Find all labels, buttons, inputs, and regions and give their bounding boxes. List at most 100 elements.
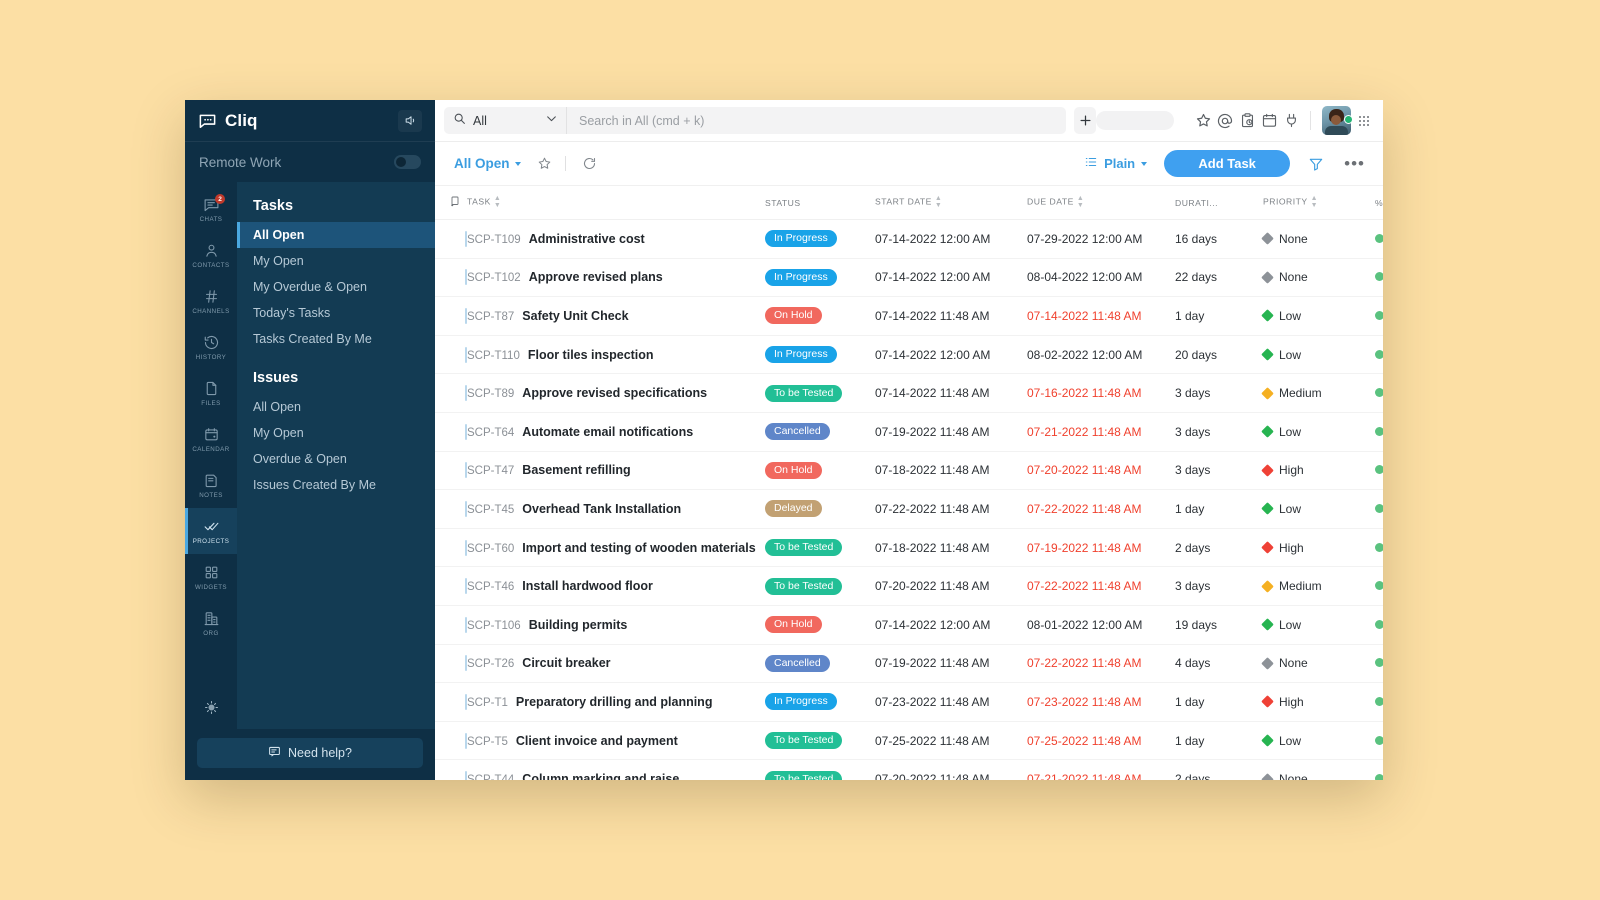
due-date-cell[interactable]: 07-22-2022 11:48 AM [1027, 490, 1175, 529]
task-cell[interactable]: SCP-T1Preparatory drilling and planning [467, 683, 765, 722]
search-scope-selector[interactable]: All [444, 107, 566, 134]
global-search-box[interactable] [566, 107, 1066, 134]
due-date-cell[interactable]: 07-20-2022 11:48 AM [1027, 451, 1175, 490]
table-row[interactable]: SCP-T46Install hardwood floorTo be Teste… [435, 567, 1383, 606]
table-row[interactable]: SCP-T45Overhead Tank InstallationDelayed… [435, 490, 1383, 529]
priority-cell[interactable]: High [1263, 528, 1375, 567]
favorite-view-star-icon[interactable] [537, 156, 552, 171]
status-cell[interactable]: To be Tested [765, 760, 875, 780]
due-date-cell[interactable]: 07-14-2022 11:48 AM [1027, 297, 1175, 336]
sort-icon[interactable]: ▲▼ [1077, 196, 1084, 209]
need-help-button[interactable]: Need help? [197, 738, 423, 768]
table-row[interactable]: SCP-T102Approve revised plansIn Progress… [435, 258, 1383, 297]
table-row[interactable]: SCP-T106Building permitsOn Hold07-14-202… [435, 605, 1383, 644]
start-date-cell[interactable]: 07-19-2022 11:48 AM [875, 412, 1027, 451]
nav-item-issues-issues-created-by-me[interactable]: Issues Created By Me [237, 472, 435, 498]
status-cell[interactable]: To be Tested [765, 528, 875, 567]
workspace-toggle[interactable] [394, 155, 421, 169]
more-options-icon[interactable]: ••• [1344, 155, 1365, 172]
status-cell[interactable]: Cancelled [765, 644, 875, 683]
start-date-cell[interactable]: 07-20-2022 11:48 AM [875, 567, 1027, 606]
star-icon[interactable] [1192, 106, 1214, 136]
refresh-icon[interactable] [582, 156, 597, 171]
integrations-plug-icon[interactable] [1281, 106, 1303, 136]
reminders-clipboard-clock-icon[interactable] [1236, 106, 1258, 136]
nav-item-tasks-my-open[interactable]: My Open [237, 248, 435, 274]
apps-grid-icon[interactable] [1355, 113, 1374, 129]
task-cell[interactable]: SCP-T64Automate email notifications [467, 412, 765, 451]
due-date-cell[interactable]: 07-25-2022 11:48 AM [1027, 721, 1175, 760]
status-cell[interactable]: On Hold [765, 451, 875, 490]
priority-cell[interactable]: Low [1263, 297, 1375, 336]
priority-cell[interactable]: Low [1263, 721, 1375, 760]
priority-cell[interactable]: None [1263, 644, 1375, 683]
status-cell[interactable]: In Progress [765, 683, 875, 722]
tasks-table-scroll[interactable]: TASK▲▼STATUSSTART DATE▲▼DUE DATE▲▼DURATI… [435, 186, 1383, 780]
task-cell[interactable]: SCP-T109Administrative cost [467, 220, 765, 259]
due-date-cell[interactable]: 07-22-2022 11:48 AM [1027, 644, 1175, 683]
calendar-icon[interactable] [1259, 106, 1281, 136]
due-date-cell[interactable]: 07-19-2022 11:48 AM [1027, 528, 1175, 567]
nav-item-tasks-all-open[interactable]: All Open [237, 222, 435, 248]
table-row[interactable]: SCP-T89Approve revised specificationsTo … [435, 374, 1383, 413]
due-date-cell[interactable]: 07-22-2022 11:48 AM [1027, 567, 1175, 606]
due-date-cell[interactable]: 08-02-2022 12:00 AM [1027, 335, 1175, 374]
sort-icon[interactable]: ▲▼ [935, 196, 942, 209]
task-cell[interactable]: SCP-T45Overhead Tank Installation [467, 490, 765, 529]
column-select-icon[interactable] [449, 200, 461, 210]
rail-item-contacts[interactable]: CONTACTS [185, 232, 237, 278]
status-cell[interactable]: Cancelled [765, 412, 875, 451]
task-cell[interactable]: SCP-T106Building permits [467, 605, 765, 644]
status-cell[interactable]: Delayed [765, 490, 875, 529]
speaker-icon[interactable] [398, 110, 422, 132]
status-cell[interactable]: To be Tested [765, 374, 875, 413]
start-date-cell[interactable]: 07-22-2022 11:48 AM [875, 490, 1027, 529]
start-date-cell[interactable]: 07-18-2022 11:48 AM [875, 451, 1027, 490]
filter-funnel-icon[interactable] [1308, 156, 1324, 172]
start-date-cell[interactable]: 07-14-2022 12:00 AM [875, 258, 1027, 297]
priority-cell[interactable]: Low [1263, 412, 1375, 451]
table-row[interactable]: SCP-T60Import and testing of wooden mate… [435, 528, 1383, 567]
status-cell[interactable]: On Hold [765, 297, 875, 336]
plus-icon[interactable] [1074, 107, 1096, 134]
nav-item-tasks-my-overdue-open[interactable]: My Overdue & Open [237, 274, 435, 300]
mention-at-icon[interactable] [1214, 106, 1236, 136]
priority-cell[interactable]: None [1263, 760, 1375, 780]
start-date-cell[interactable]: 07-23-2022 11:48 AM [875, 683, 1027, 722]
rail-item-projects[interactable]: PROJECTS [185, 508, 237, 554]
due-date-cell[interactable]: 07-21-2022 11:48 AM [1027, 412, 1175, 451]
task-cell[interactable]: SCP-T102Approve revised plans [467, 258, 765, 297]
start-date-cell[interactable]: 07-19-2022 11:48 AM [875, 644, 1027, 683]
rail-item-widgets[interactable]: WIDGETS [185, 554, 237, 600]
nav-item-issues-overdue-open[interactable]: Overdue & Open [237, 446, 435, 472]
rail-item-org[interactable]: ORG [185, 600, 237, 646]
priority-cell[interactable]: None [1263, 220, 1375, 259]
rail-item-chats[interactable]: 2CHATS [185, 186, 237, 232]
priority-cell[interactable]: Low [1263, 605, 1375, 644]
start-date-cell[interactable]: 07-14-2022 12:00 AM [875, 220, 1027, 259]
due-date-cell[interactable]: 07-21-2022 11:48 AM [1027, 760, 1175, 780]
due-date-cell[interactable]: 07-29-2022 12:00 AM [1027, 220, 1175, 259]
task-cell[interactable]: SCP-T47Basement refilling [467, 451, 765, 490]
priority-cell[interactable]: High [1263, 451, 1375, 490]
user-avatar[interactable] [1322, 106, 1351, 135]
priority-cell[interactable]: None [1263, 258, 1375, 297]
table-row[interactable]: SCP-T110Floor tiles inspectionIn Progres… [435, 335, 1383, 374]
table-row[interactable]: SCP-T5Client invoice and paymentTo be Te… [435, 721, 1383, 760]
table-row[interactable]: SCP-T47Basement refillingOn Hold07-18-20… [435, 451, 1383, 490]
status-cell[interactable]: To be Tested [765, 567, 875, 606]
search-input[interactable] [579, 114, 1054, 128]
start-date-cell[interactable]: 07-14-2022 12:00 AM [875, 335, 1027, 374]
due-date-cell[interactable]: 08-01-2022 12:00 AM [1027, 605, 1175, 644]
current-view-selector[interactable]: All Open [454, 156, 521, 171]
priority-cell[interactable]: Low [1263, 335, 1375, 374]
task-cell[interactable]: SCP-T5Client invoice and payment [467, 721, 765, 760]
task-cell[interactable]: SCP-T44Column marking and raise [467, 760, 765, 780]
sort-icon[interactable]: ▲▼ [494, 196, 501, 209]
task-cell[interactable]: SCP-T60Import and testing of wooden mate… [467, 528, 765, 567]
due-date-cell[interactable]: 08-04-2022 12:00 AM [1027, 258, 1175, 297]
nav-item-issues-my-open[interactable]: My Open [237, 420, 435, 446]
table-row[interactable]: SCP-T1Preparatory drilling and planningI… [435, 683, 1383, 722]
rail-item-calendar[interactable]: CALENDAR [185, 416, 237, 462]
start-date-cell[interactable]: 07-14-2022 11:48 AM [875, 374, 1027, 413]
